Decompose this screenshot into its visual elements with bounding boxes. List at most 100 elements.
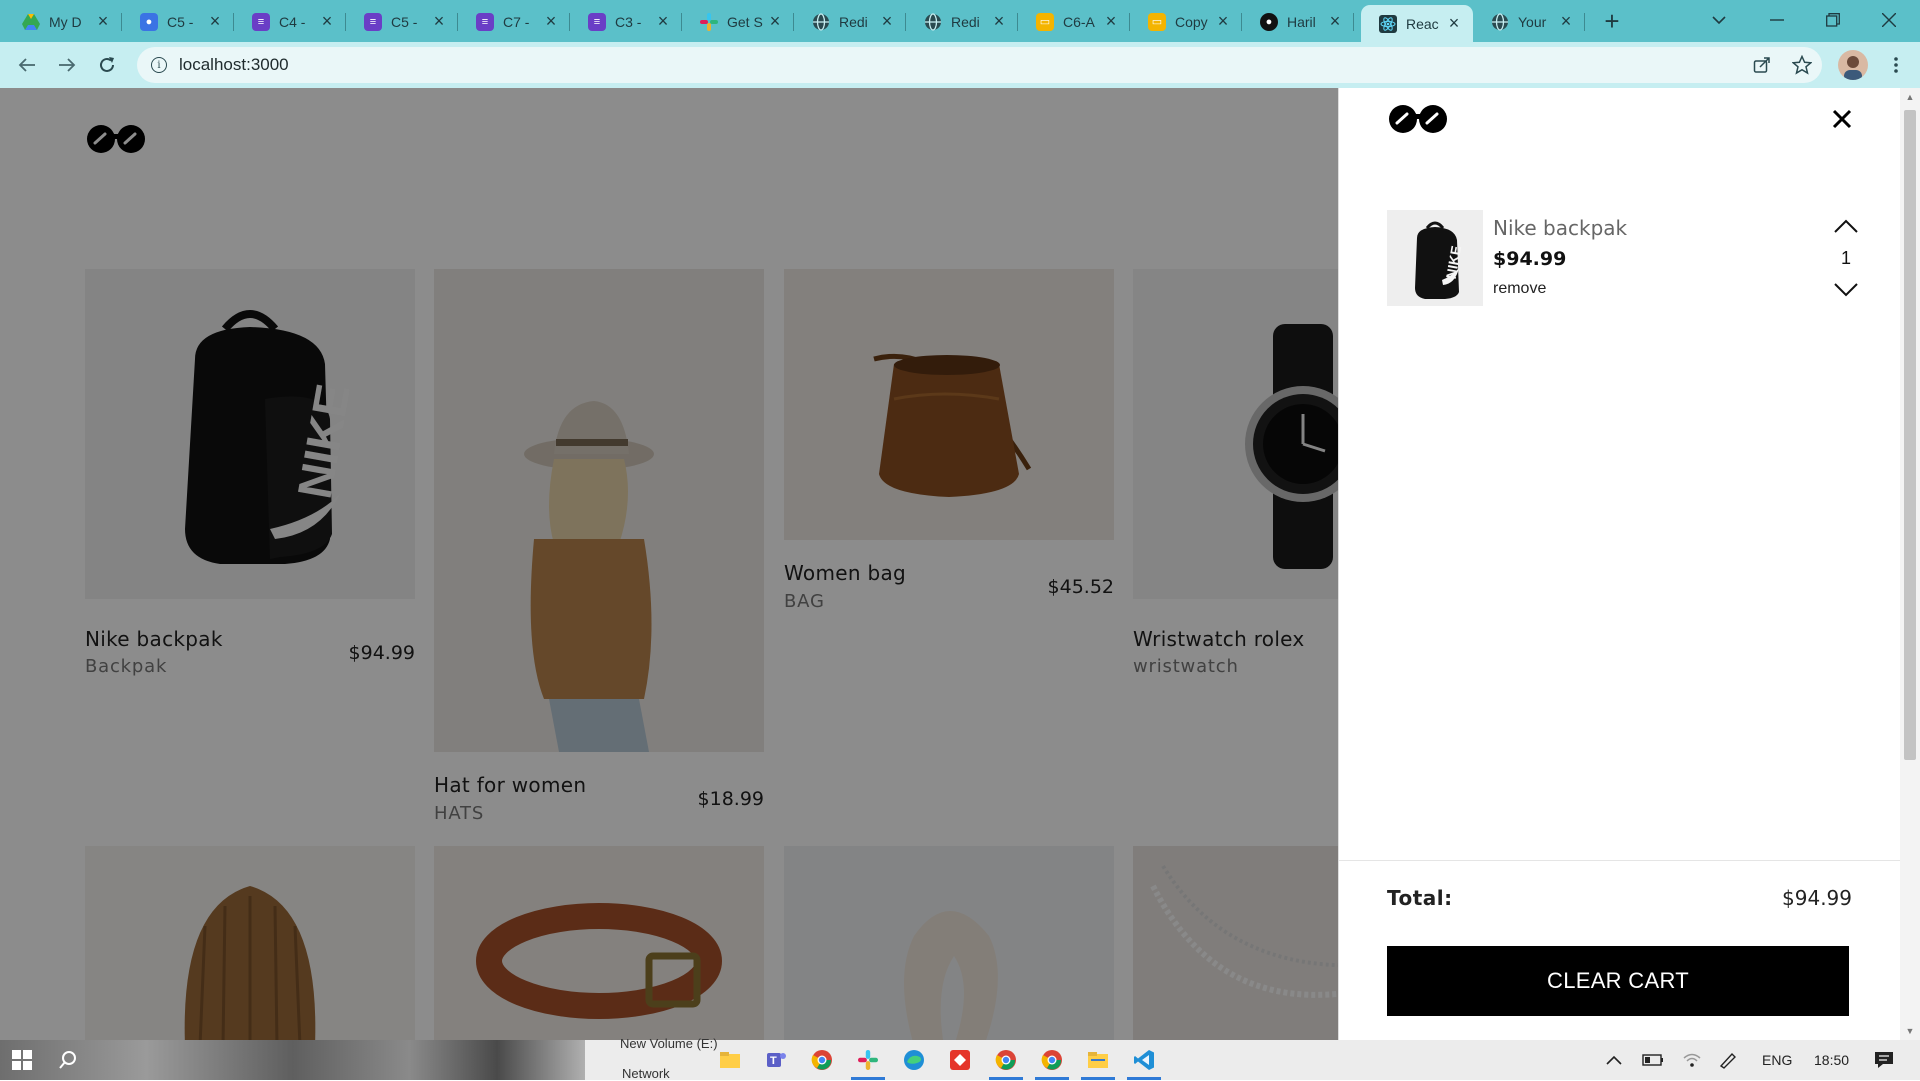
close-tab-icon[interactable]: ×: [430, 11, 448, 31]
share-icon[interactable]: [1748, 51, 1776, 79]
close-icon[interactable]: [1825, 102, 1859, 136]
tab-title: Haril: [1287, 13, 1316, 30]
remove-item-link[interactable]: remove: [1493, 280, 1546, 298]
close-tab-icon[interactable]: ×: [1326, 11, 1344, 31]
tab-title: My D: [49, 13, 82, 30]
close-tab-icon[interactable]: ×: [206, 11, 224, 31]
windows-start-icon[interactable]: [8, 1046, 36, 1074]
cart-drawer: NIKE Nike backpak $94.99 remove 1 Total:…: [1338, 88, 1901, 1040]
tab-title: C6-A: [1063, 13, 1095, 30]
close-tab-icon[interactable]: ×: [318, 11, 336, 31]
close-tab-icon[interactable]: ×: [766, 11, 784, 31]
tab-search-icon[interactable]: [1696, 4, 1742, 36]
chrome-icon[interactable]: [1038, 1046, 1066, 1074]
close-tab-icon[interactable]: ×: [1214, 11, 1232, 31]
tab-title: Redi: [951, 13, 980, 30]
vscode-icon[interactable]: [1130, 1046, 1158, 1074]
clock[interactable]: 18:50: [1814, 1040, 1849, 1080]
quantity-decrease-icon[interactable]: [1832, 278, 1860, 300]
cart-item-thumbnail: NIKE: [1387, 210, 1483, 306]
scrollbar-thumb[interactable]: [1904, 110, 1916, 760]
svg-text:T: T: [770, 1055, 777, 1067]
profile-avatar[interactable]: [1838, 50, 1868, 80]
scroll-down-icon[interactable]: ▼: [1900, 1022, 1920, 1040]
globe-icon: [924, 12, 942, 31]
modal-overlay[interactable]: [0, 88, 1338, 1040]
reload-icon[interactable]: [92, 50, 122, 80]
back-icon[interactable]: [12, 50, 42, 80]
teams-icon[interactable]: T: [762, 1046, 790, 1074]
tab-title: C5 -: [391, 13, 418, 30]
forms-icon: ≡: [364, 12, 382, 31]
search-icon[interactable]: [54, 1046, 82, 1074]
browser-tab[interactable]: ▭ Copy ×: [1130, 5, 1242, 38]
network-label: Network: [622, 1066, 670, 1081]
address-bar[interactable]: i localhost:3000: [137, 47, 1822, 83]
forms-icon: ≡: [476, 12, 494, 31]
forward-icon[interactable]: [52, 50, 82, 80]
tab-separator: [1353, 13, 1354, 31]
browser-tab[interactable]: ≡ C5 - ×: [346, 5, 458, 38]
close-tab-icon[interactable]: ×: [878, 11, 896, 31]
battery-icon[interactable]: [1642, 1040, 1664, 1080]
file-explorer-icon[interactable]: [716, 1046, 744, 1074]
quantity-increase-icon[interactable]: [1832, 216, 1860, 238]
menu-kebab-icon[interactable]: [1882, 51, 1910, 79]
browser-tab-active[interactable]: Reac ×: [1361, 5, 1473, 42]
close-tab-icon[interactable]: ×: [1445, 13, 1463, 33]
browser-tab[interactable]: My D ×: [4, 5, 122, 38]
cart-item-name: Nike backpak: [1493, 216, 1628, 240]
browser-tab[interactable]: ● Haril ×: [1242, 5, 1354, 38]
close-tab-icon[interactable]: ×: [1557, 11, 1575, 31]
wallpaper-strip: [0, 1040, 585, 1080]
browser-tab[interactable]: ≡ C3 - ×: [570, 5, 682, 38]
browser-tab[interactable]: Your ×: [1473, 5, 1585, 38]
site-info-icon[interactable]: i: [151, 57, 167, 73]
new-tab-icon[interactable]: +: [1599, 6, 1625, 36]
cart-total-value: $94.99: [1782, 886, 1852, 910]
page-scrollbar[interactable]: ▲ ▼: [1900, 88, 1920, 1040]
clear-cart-button[interactable]: CLEAR CART: [1387, 946, 1849, 1016]
show-hidden-icons[interactable]: [1606, 1040, 1622, 1080]
close-tab-icon[interactable]: ×: [1102, 11, 1120, 31]
browser-tab[interactable]: Get S ×: [682, 5, 794, 38]
chrome-icon[interactable]: [992, 1046, 1020, 1074]
tab-title: Get S: [727, 13, 763, 30]
browser-tab[interactable]: ≡ C7 - ×: [458, 5, 570, 38]
url-text: localhost:3000: [179, 55, 289, 74]
tab-title: Reac: [1406, 15, 1439, 32]
close-tab-icon[interactable]: ×: [542, 11, 560, 31]
tab-title: Your: [1518, 13, 1547, 30]
windows-taskbar: New Volume (E:) Network T ENG 18:50: [0, 1036, 1920, 1081]
restore-icon[interactable]: [1810, 4, 1856, 36]
cart-item-price: $94.99: [1493, 248, 1567, 270]
anydesk-icon[interactable]: [946, 1046, 974, 1074]
close-tab-icon[interactable]: ×: [654, 11, 672, 31]
browser-tab[interactable]: Redi ×: [794, 5, 906, 38]
wifi-icon[interactable]: [1682, 1040, 1702, 1080]
drive-label: New Volume (E:): [620, 1036, 718, 1051]
forms-icon: ≡: [252, 12, 270, 31]
notifications-icon[interactable]: [1874, 1040, 1894, 1080]
browser-tab[interactable]: ≡ C4 - ×: [234, 5, 346, 38]
cart-item: NIKE Nike backpak $94.99 remove 1: [1387, 210, 1859, 306]
tab-title: C5 -: [167, 13, 194, 30]
pen-icon[interactable]: [1718, 1040, 1738, 1080]
folder-icon[interactable]: [1084, 1046, 1112, 1074]
language-indicator[interactable]: ENG: [1762, 1040, 1792, 1080]
tab-title: C4 -: [279, 13, 306, 30]
close-window-icon[interactable]: [1866, 4, 1912, 36]
forms-icon: ≡: [588, 12, 606, 31]
scroll-up-icon[interactable]: ▲: [1900, 88, 1920, 106]
slack-icon[interactable]: [854, 1046, 882, 1074]
browser-tab[interactable]: ▭ C6-A ×: [1018, 5, 1130, 38]
browser-tab[interactable]: Redi ×: [906, 5, 1018, 38]
minimize-icon[interactable]: [1754, 4, 1800, 36]
bookmark-star-icon[interactable]: [1788, 51, 1816, 79]
chrome-icon[interactable]: [808, 1046, 836, 1074]
close-tab-icon[interactable]: ×: [94, 11, 112, 31]
edge-icon[interactable]: [900, 1046, 928, 1074]
slides-icon: ▭: [1036, 12, 1054, 31]
close-tab-icon[interactable]: ×: [990, 11, 1008, 31]
browser-tab[interactable]: ● C5 - ×: [122, 5, 234, 38]
